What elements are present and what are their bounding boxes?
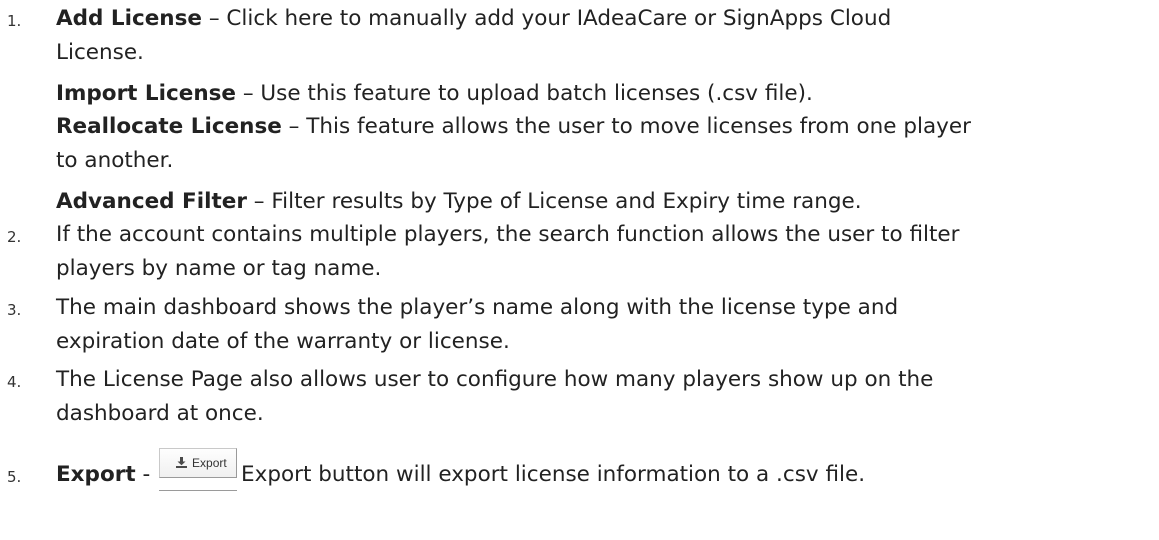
list-item-reallocate-license-cont: to another. [56,145,173,177]
list-number-5: 5. [7,468,22,486]
add-license-title: Add License [56,6,202,31]
list-item-add-license-cont: License. [56,37,144,69]
add-license-description: – Click here to manually add your IAdeaC… [202,6,892,31]
download-icon [176,457,188,468]
list-number-4: 4. [7,373,22,391]
list-item-reallocate-license: Reallocate License – This feature allows… [56,111,971,143]
add-license-description-cont: License. [56,40,144,65]
reallocate-license-title: Reallocate License [56,114,282,139]
import-license-title: Import License [56,81,237,106]
dashboard-description-cont: expiration date of the warranty or licen… [56,329,510,354]
export-button-underline [159,490,238,491]
document-page: 1. Add License – Click here to manually … [0,0,1159,540]
list-item-add-license: Add License – Click here to manually add… [56,3,891,35]
export-separator: - [135,462,158,487]
list-item-export: Export - Export Export button will export… [56,448,866,491]
export-button-label: Export [192,456,227,470]
list-item-dashboard: The main dashboard shows the player’s na… [56,292,898,324]
list-item-search-cont: players by name or tag name. [56,253,381,285]
list-item-search: If the account contains multiple players… [56,219,959,251]
list-item-page-size: The License Page also allows user to con… [56,364,933,396]
list-number-2: 2. [7,228,22,246]
reallocate-license-description: – This feature allows the user to move l… [281,114,971,139]
advanced-filter-description: – Filter results by Type of License and … [246,189,862,214]
advanced-filter-title: Advanced Filter [56,189,247,214]
search-description-cont: players by name or tag name. [56,256,382,281]
export-title: Export [56,462,136,487]
list-number-1: 1. [7,12,22,30]
page-size-description: The License Page also allows user to con… [56,367,934,392]
export-description: Export button will export license inform… [241,462,866,487]
dashboard-description: The main dashboard shows the player’s na… [56,295,899,320]
list-item-advanced-filter: Advanced Filter – Filter results by Type… [56,186,862,218]
list-item-dashboard-cont: expiration date of the warranty or licen… [56,326,510,358]
list-number-3: 3. [7,301,22,319]
reallocate-license-description-cont: to another. [56,148,174,173]
export-button[interactable]: Export [159,448,238,491]
list-item-page-size-cont: dashboard at once. [56,398,264,430]
import-license-description: – Use this feature to upload batch licen… [236,81,813,106]
page-size-description-cont: dashboard at once. [56,401,264,426]
search-description: If the account contains multiple players… [56,222,960,247]
list-item-import-license: Import License – Use this feature to upl… [56,78,813,110]
